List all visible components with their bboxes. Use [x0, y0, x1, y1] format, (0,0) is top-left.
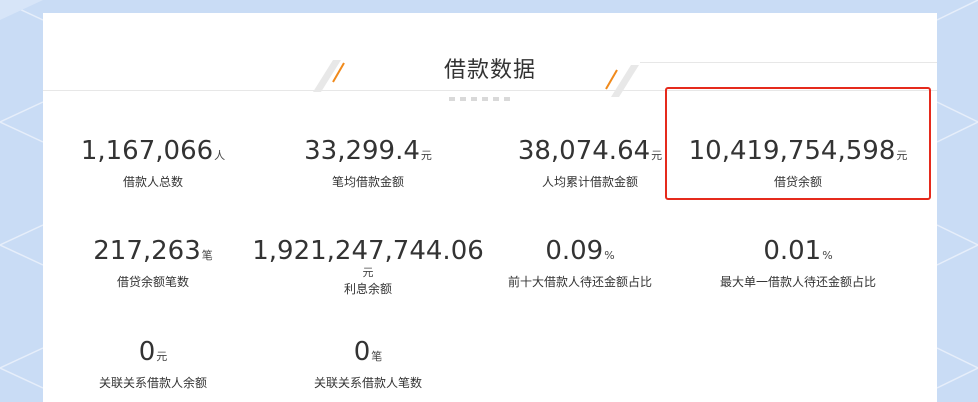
stat-value: 0.09 — [545, 236, 604, 266]
stat-unit: % — [604, 249, 615, 262]
stat-value: 1,167,066 — [80, 136, 214, 166]
title-dots — [449, 97, 510, 101]
stat-loan-balance: 10,419,754,598元 借贷余额 — [688, 136, 908, 189]
stat-label: 关联关系借款人笔数 — [313, 376, 422, 390]
stat-unit: 元 — [896, 149, 908, 162]
stat-unit: 元 — [156, 350, 168, 363]
stat-related-count: 0笔 关联关系借款人笔数 — [268, 337, 468, 390]
stat-related-balance: 0元 关联关系借款人余额 — [53, 337, 253, 390]
stat-loan-balance-count: 217,263笔 借贷余额笔数 — [53, 236, 253, 289]
stat-avg-loan-per-order: 33,299.4元 笔均借款金额 — [268, 136, 468, 189]
stat-value: 10,419,754,598 — [688, 136, 896, 166]
stat-unit: % — [822, 249, 833, 262]
stat-value: 0 — [138, 337, 156, 367]
stat-unit: 笔 — [371, 350, 383, 363]
stat-unit: 元 — [362, 266, 374, 279]
stat-label: 前十大借款人待还金额占比 — [507, 275, 652, 289]
stat-value: 33,299.4 — [304, 136, 420, 166]
stat-value: 38,074.64 — [517, 136, 651, 166]
stat-label: 最大单一借款人待还金额占比 — [719, 275, 876, 289]
stat-unit: 笔 — [201, 249, 213, 262]
stat-label: 借贷余额 — [773, 175, 822, 189]
stat-value: 1,921,247,744.06 — [252, 236, 484, 266]
stat-label: 关联关系借款人余额 — [98, 376, 207, 390]
stat-value: 217,263 — [93, 236, 201, 266]
stat-unit: 人 — [214, 149, 226, 162]
stat-borrower-total: 1,167,066人 借款人总数 — [53, 136, 253, 189]
stat-top10-ratio: 0.09% 前十大借款人待还金额占比 — [480, 236, 680, 289]
stat-largest-single-ratio: 0.01% 最大单一借款人待还金额占比 — [698, 236, 898, 289]
stat-label: 人均累计借款金额 — [541, 175, 638, 189]
stat-unit: 元 — [420, 149, 432, 162]
stat-interest-balance: 1,921,247,744.06 元 利息余额 — [248, 236, 488, 296]
stat-label: 笔均借款金额 — [331, 175, 404, 189]
stat-avg-cumulative-loan: 38,074.64元 人均累计借款金额 — [490, 136, 690, 189]
stat-value: 0 — [353, 337, 371, 367]
stat-label: 借款人总数 — [122, 175, 183, 189]
section-title: 借款数据 — [443, 58, 536, 83]
stat-label: 借贷余额笔数 — [116, 275, 189, 289]
stat-label: 利息余额 — [343, 282, 392, 296]
stat-unit: 元 — [651, 149, 663, 162]
data-card: 借款数据 1,167,066人 借款人总数 33,299.4元 笔均借款金额 3… — [43, 13, 937, 402]
stat-value: 0.01 — [763, 236, 822, 266]
